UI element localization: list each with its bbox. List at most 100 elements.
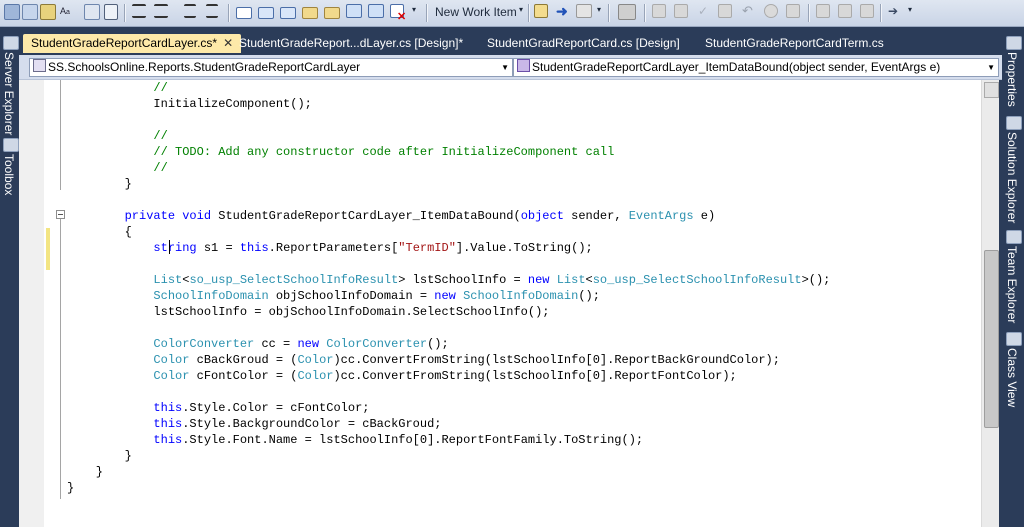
members-dropdown[interactable]: StudentGradeReportCardLayer_ItemDataBoun… bbox=[513, 58, 999, 77]
code-line[interactable]: } bbox=[67, 176, 132, 192]
next-bookmark-doc-icon[interactable] bbox=[368, 4, 384, 18]
tab-studentgradereportcardlayer-cs[interactable]: StudentGradeReportCardLayer.cs* ✕ bbox=[23, 34, 242, 53]
arrow-right-icon[interactable]: ➜ bbox=[556, 4, 572, 20]
code-line[interactable]: { bbox=[67, 224, 132, 240]
vertical-scrollbar[interactable] bbox=[981, 80, 999, 527]
method-icon bbox=[517, 59, 530, 72]
server-explorer-label: Server Explorer bbox=[2, 52, 16, 136]
find-icon[interactable] bbox=[22, 4, 38, 20]
book-icon[interactable] bbox=[618, 4, 636, 20]
uncomment-icon[interactable] bbox=[206, 4, 218, 18]
solution-explorer-tab[interactable]: Solution Explorer bbox=[1005, 116, 1023, 223]
code-line[interactable]: } bbox=[67, 464, 103, 480]
code-line[interactable]: string s1 = this.ReportParameters["TermI… bbox=[67, 240, 592, 256]
properties-icon[interactable] bbox=[816, 4, 830, 18]
code-token: } bbox=[67, 449, 132, 463]
tab-studentgradereportcardlayer-design[interactable]: StudentGradeReport...dLayer.cs [Design]* bbox=[231, 34, 471, 53]
properties-tab[interactable]: Properties bbox=[1005, 36, 1023, 107]
previous-bookmark-icon[interactable] bbox=[258, 7, 274, 19]
toolbar-separator bbox=[228, 4, 230, 22]
server-explorer-tab[interactable]: Server Explorer bbox=[2, 36, 19, 135]
code-editor[interactable]: // InitializeComponent(); // // TODO: Ad… bbox=[19, 80, 981, 527]
pending-changes-icon[interactable] bbox=[860, 4, 874, 18]
code-line[interactable]: private void StudentGradeReportCardLayer… bbox=[67, 208, 716, 224]
code-line[interactable]: // bbox=[67, 160, 167, 176]
code-token: private bbox=[124, 209, 176, 223]
toolbar-separator bbox=[528, 4, 530, 22]
query-results-icon[interactable] bbox=[576, 4, 592, 18]
shelve-icon[interactable] bbox=[838, 4, 852, 18]
class-view-tab[interactable]: Class View bbox=[1005, 332, 1023, 407]
code-area[interactable]: // InitializeComponent(); // // TODO: Ad… bbox=[67, 80, 977, 527]
indent-icon[interactable] bbox=[132, 4, 146, 18]
document-tab-bar: StudentGradeReportCardLayer.cs* ✕ Student… bbox=[19, 32, 1002, 53]
outdent-icon[interactable] bbox=[154, 4, 168, 18]
query-icon[interactable] bbox=[4, 4, 20, 20]
outline-line bbox=[60, 80, 61, 190]
chevron-down-icon[interactable]: ▼ bbox=[501, 59, 509, 76]
members-dropdown-value: StudentGradeReportCardLayer_ItemDataBoun… bbox=[532, 60, 941, 74]
code-line[interactable]: this.Style.Color = cFontColor; bbox=[67, 400, 369, 416]
class-icon bbox=[33, 59, 46, 72]
code-token: s1 = bbox=[196, 241, 240, 255]
code-line[interactable]: // TODO: Add any constructor code after … bbox=[67, 144, 614, 160]
pencil-icon[interactable] bbox=[40, 4, 56, 20]
add-work-item-icon[interactable] bbox=[534, 4, 548, 18]
code-line[interactable]: List<so_usp_SelectSchoolInfoResult> lstS… bbox=[67, 272, 830, 288]
previous-bookmark-folder-icon[interactable] bbox=[302, 7, 318, 19]
compare-icon[interactable] bbox=[674, 4, 688, 18]
next-bookmark-icon[interactable] bbox=[280, 7, 296, 19]
history-icon[interactable] bbox=[652, 4, 666, 18]
tab-studentgradreportcard-design[interactable]: StudentGradReportCard.cs [Design] bbox=[479, 34, 688, 53]
chevron-down-icon[interactable]: ▼ bbox=[987, 59, 995, 76]
comment-icon[interactable] bbox=[184, 4, 196, 18]
code-line[interactable]: // bbox=[67, 128, 167, 144]
chevron-down-icon[interactable]: ▾ bbox=[412, 5, 416, 14]
chevron-down-icon[interactable]: ▾ bbox=[908, 5, 912, 14]
sync-icon[interactable] bbox=[786, 4, 800, 18]
tab-label: StudentGradeReportCardTerm.cs bbox=[705, 36, 884, 50]
code-token: .Style.BackgroundColor = cBackGroud; bbox=[182, 417, 442, 431]
code-line[interactable]: InitializeComponent(); bbox=[67, 96, 311, 112]
refresh-icon[interactable] bbox=[764, 4, 778, 18]
code-line[interactable]: lstSchoolInfo = objSchoolInfoDomain.Sele… bbox=[67, 304, 549, 320]
tab-label: StudentGradeReport...dLayer.cs [Design]* bbox=[239, 36, 464, 50]
new-work-item-button[interactable]: New Work Item bbox=[435, 5, 517, 19]
previous-bookmark-doc-icon[interactable] bbox=[346, 4, 362, 18]
scrollbar-thumb[interactable] bbox=[984, 250, 999, 428]
check-icon[interactable]: ✓ bbox=[698, 4, 714, 20]
team-explorer-tab[interactable]: Team Explorer bbox=[1005, 230, 1023, 323]
toolbox-label: Toolbox bbox=[2, 154, 16, 196]
tab-studentgradereportcardterm-cs[interactable]: StudentGradeReportCardTerm.cs bbox=[697, 34, 892, 53]
clear-bookmarks-icon[interactable]: ✕ bbox=[390, 4, 406, 23]
code-line[interactable]: } bbox=[67, 448, 132, 464]
toolbar-options-icon[interactable]: ➔ bbox=[888, 4, 904, 20]
checkout-icon[interactable] bbox=[718, 4, 732, 18]
next-bookmark-folder-icon[interactable] bbox=[324, 7, 340, 19]
types-dropdown[interactable]: SS.SchoolsOnline.Reports.StudentGradeRep… bbox=[29, 58, 513, 77]
code-line[interactable]: } bbox=[67, 480, 74, 496]
outline-collapse-toggle[interactable] bbox=[56, 210, 65, 219]
code-token: cFontColor = ( bbox=[189, 369, 298, 383]
chevron-down-icon[interactable]: ▾ bbox=[519, 5, 523, 14]
chevron-down-icon[interactable]: ▾ bbox=[597, 5, 601, 14]
code-line[interactable]: SchoolInfoDomain objSchoolInfoDomain = n… bbox=[67, 288, 600, 304]
code-line[interactable]: Color cBackGroud = (Color)cc.ConvertFrom… bbox=[67, 352, 780, 368]
code-token: (); bbox=[578, 289, 600, 303]
spelling-icon[interactable]: Aa bbox=[60, 4, 78, 18]
split-editor-handle[interactable] bbox=[984, 82, 999, 98]
list-icon[interactable] bbox=[104, 4, 118, 20]
code-token: sender, bbox=[563, 209, 629, 223]
undo-icon[interactable]: ↶ bbox=[742, 4, 758, 20]
code-line[interactable]: Color cFontColor = (Color)cc.ConvertFrom… bbox=[67, 368, 736, 384]
code-line[interactable]: this.Style.BackgroundColor = cBackGroud; bbox=[67, 416, 441, 432]
toolbox-tab[interactable]: Toolbox bbox=[2, 138, 19, 195]
format-icon[interactable] bbox=[84, 4, 100, 20]
code-line[interactable]: ColorConverter cc = new ColorConverter()… bbox=[67, 336, 448, 352]
code-line[interactable]: // bbox=[67, 80, 167, 96]
solution-explorer-label: Solution Explorer bbox=[1005, 132, 1019, 224]
code-line[interactable]: this.Style.Font.Name = lstSchoolInfo[0].… bbox=[67, 432, 643, 448]
bookmark-icon[interactable] bbox=[236, 7, 252, 19]
